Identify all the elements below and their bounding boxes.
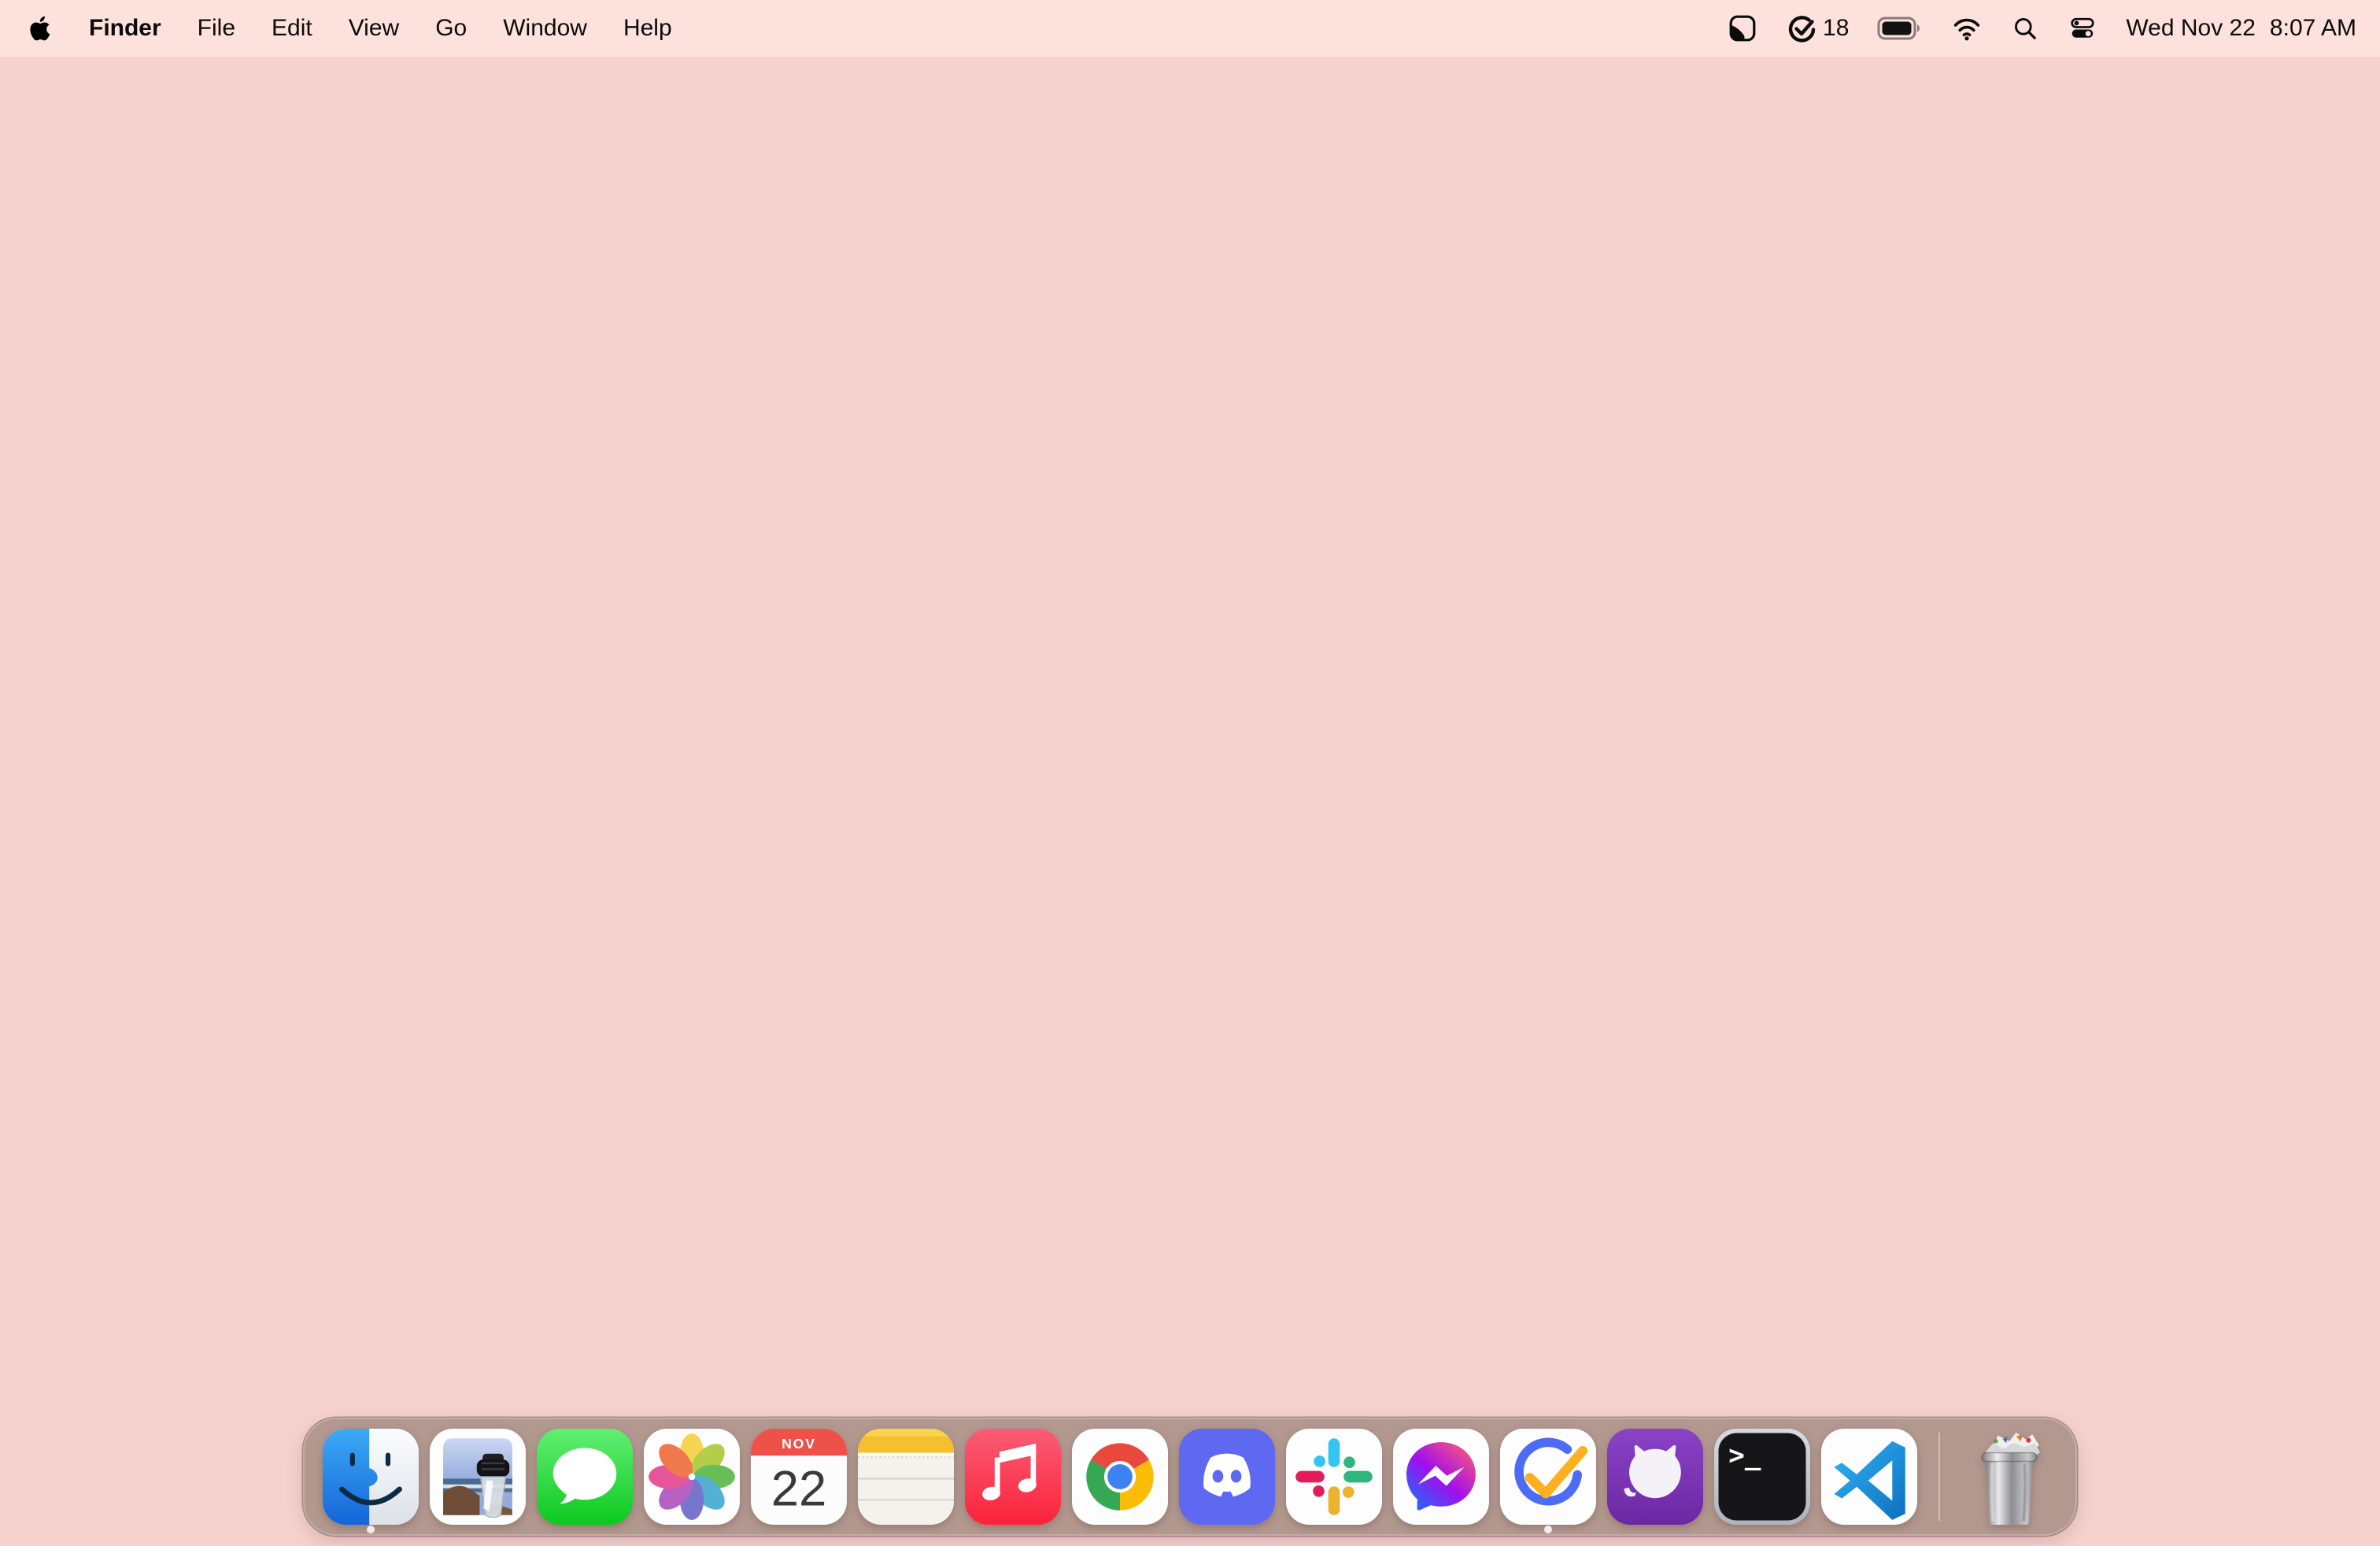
music-icon bbox=[965, 1429, 1061, 1525]
dock-item-preview[interactable] bbox=[430, 1429, 526, 1525]
menu-window[interactable]: Window bbox=[485, 15, 605, 42]
dock-item-terminal[interactable]: >_ bbox=[1714, 1429, 1810, 1525]
slack-icon bbox=[1286, 1429, 1382, 1525]
clock-time: 8:07 AM bbox=[2269, 15, 2356, 41]
dock-divider bbox=[1938, 1433, 1940, 1521]
terminal-icon: >_ bbox=[1714, 1429, 1810, 1525]
spotlight-search-icon[interactable] bbox=[2011, 14, 2039, 43]
dock-item-ticktick[interactable] bbox=[1500, 1429, 1596, 1533]
apple-menu[interactable] bbox=[24, 15, 71, 42]
dock-item-vscode[interactable] bbox=[1821, 1429, 1917, 1525]
dock-item-music[interactable] bbox=[965, 1429, 1061, 1525]
menu-help[interactable]: Help bbox=[605, 15, 690, 42]
preview-icon bbox=[430, 1429, 526, 1525]
vscode-icon bbox=[1821, 1429, 1917, 1525]
menu-view[interactable]: View bbox=[331, 15, 417, 42]
dock-item-github-desktop[interactable] bbox=[1607, 1429, 1703, 1525]
menu-go[interactable]: Go bbox=[417, 15, 485, 42]
menu-bar-left: Finder File Edit View Go Window Help bbox=[24, 15, 690, 42]
screen-capture-icon[interactable] bbox=[1727, 13, 1758, 44]
dock-item-slack[interactable] bbox=[1286, 1429, 1382, 1525]
dock-item-notes[interactable] bbox=[858, 1429, 954, 1525]
menu-finder[interactable]: Finder bbox=[71, 15, 179, 42]
dock-item-calendar[interactable]: NOV 22 bbox=[751, 1429, 847, 1525]
trash-full-icon bbox=[1981, 1432, 2041, 1525]
dock-item-discord[interactable] bbox=[1179, 1429, 1275, 1525]
menu-bar: Finder File Edit View Go Window Help 18 bbox=[0, 0, 2380, 57]
chrome-icon bbox=[1072, 1429, 1168, 1525]
menu-file[interactable]: File bbox=[179, 15, 253, 42]
ticktick-icon bbox=[1500, 1429, 1596, 1525]
messenger-icon bbox=[1393, 1429, 1489, 1525]
calendar-day: 22 bbox=[771, 1462, 827, 1517]
terminal-prompt: >_ bbox=[1728, 1440, 1761, 1471]
running-indicator bbox=[1544, 1526, 1552, 1533]
dock-item-messenger[interactable] bbox=[1393, 1429, 1489, 1525]
notes-icon bbox=[858, 1429, 954, 1525]
dock-item-messages[interactable] bbox=[537, 1429, 633, 1525]
battery-icon[interactable] bbox=[1877, 17, 1923, 40]
github-icon bbox=[1607, 1429, 1703, 1525]
dock: NOV 22 >_ bbox=[303, 1418, 2077, 1536]
wifi-icon[interactable] bbox=[1951, 13, 1983, 44]
task-count: 18 bbox=[1823, 15, 1850, 41]
running-indicator bbox=[367, 1526, 375, 1533]
messages-icon bbox=[537, 1429, 633, 1525]
control-center-icon[interactable] bbox=[2068, 13, 2097, 43]
photos-icon bbox=[644, 1429, 740, 1525]
discord-icon bbox=[1179, 1429, 1275, 1525]
clock-date: Wed Nov 22 bbox=[2126, 15, 2256, 41]
dock-item-chrome[interactable] bbox=[1072, 1429, 1168, 1525]
menu-edit[interactable]: Edit bbox=[253, 15, 331, 42]
ticktick-menu-icon[interactable]: 18 bbox=[1787, 13, 1849, 44]
desktop-wallpaper[interactable] bbox=[0, 57, 2380, 1546]
calendar-icon: NOV 22 bbox=[751, 1429, 847, 1525]
apple-icon bbox=[30, 16, 50, 41]
calendar-month: NOV bbox=[782, 1436, 816, 1452]
dock-item-trash[interactable] bbox=[1961, 1429, 2057, 1525]
menu-bar-clock[interactable]: Wed Nov 22 8:07 AM bbox=[2126, 15, 2356, 42]
menu-bar-status: 18 Wed Nov 22 8:07 AM bbox=[1727, 13, 2356, 44]
dock-item-photos[interactable] bbox=[644, 1429, 740, 1525]
dock-item-finder[interactable] bbox=[323, 1429, 419, 1533]
finder-icon bbox=[323, 1429, 419, 1525]
